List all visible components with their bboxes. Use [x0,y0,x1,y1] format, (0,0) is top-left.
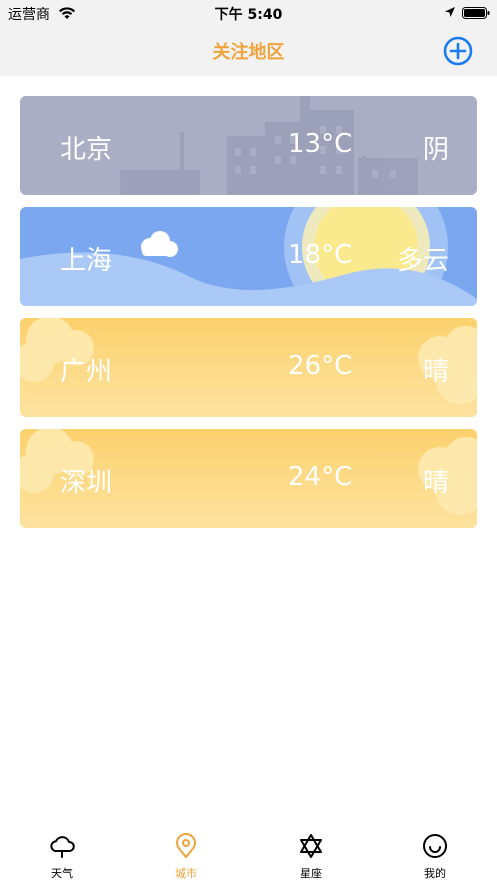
city-condition: 晴 [422,357,449,387]
tab-constellation[interactable]: 星座 [271,832,351,882]
star-of-david-icon [300,834,322,858]
city-temperature: 13°C [288,129,353,159]
tab-bar: 天气 城市 星座 我的 [0,822,497,883]
tab-label: 城市 [175,867,197,880]
tab-city[interactable]: 城市 [146,832,226,882]
smiley-icon [423,834,447,858]
tab-weather[interactable]: 天气 [22,832,102,882]
location-pin-icon [176,833,196,858]
page-title: 关注地区 [212,42,285,63]
city-name: 上海 [60,246,113,276]
tab-label: 星座 [300,867,322,880]
tab-label: 我的 [424,867,446,880]
city-card-guangzhou[interactable]: 广州 26°C 晴 [20,318,477,417]
tab-label: 天气 [51,867,73,880]
city-card-shenzhen[interactable]: 深圳 24°C 晴 [20,429,477,528]
city-card-beijing[interactable]: 北京 13°C 阴 [20,96,477,195]
nav-bar: 关注地区 [0,26,497,76]
city-name: 广州 [60,357,113,387]
city-condition: 多云 [396,246,449,276]
city-list: 北京 13°C 阴 上海 18°C 多云 广州 26°C 晴 深圳 24°C 晴 [20,96,477,540]
status-bar: 运营商 下午 5:40 [0,0,497,26]
tab-profile[interactable]: 我的 [395,832,475,882]
clock: 下午 5:40 [214,7,283,23]
city-card-shanghai[interactable]: 上海 18°C 多云 [20,207,477,306]
city-name: 北京 [60,135,113,165]
cloud-icon [50,836,75,858]
city-condition: 晴 [422,468,449,498]
city-name: 深圳 [60,468,113,498]
city-temperature: 24°C [288,462,353,492]
battery-icon [462,7,490,19]
city-condition: 阴 [422,135,449,165]
city-temperature: 26°C [288,351,353,381]
location-arrow-icon [445,7,455,17]
city-temperature: 18°C [288,240,353,270]
add-city-button[interactable] [443,36,473,66]
